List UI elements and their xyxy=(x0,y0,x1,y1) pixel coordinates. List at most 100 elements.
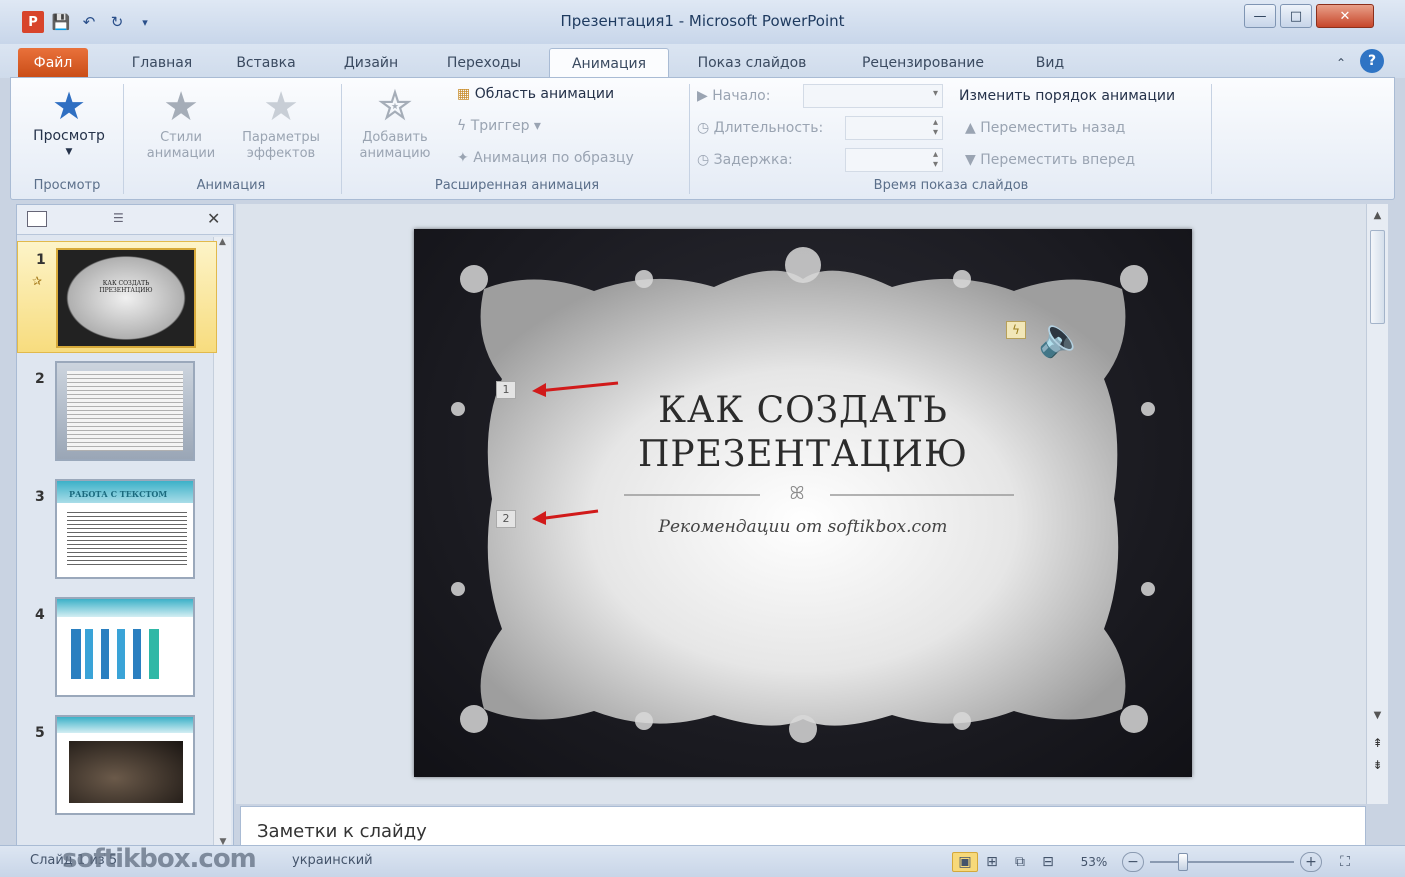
tab-transitions[interactable]: Переходы xyxy=(432,48,536,78)
animation-pane-icon: ▦ xyxy=(457,86,471,102)
start-label: ▶ Начало: xyxy=(697,88,771,104)
tab-animations[interactable]: Анимация xyxy=(549,48,669,78)
star-play-icon: ★ xyxy=(51,84,87,128)
group-label-timing: Время показа слайдов xyxy=(873,178,1029,193)
triangle-up-icon: ▲ xyxy=(965,120,976,136)
slide-3-preview: РАБОТА С ТЕКСТОМ xyxy=(55,479,195,579)
preview-button[interactable]: ★ Просмотр ▼ xyxy=(19,84,119,160)
next-slide-icon[interactable]: ⇟ xyxy=(1367,758,1388,772)
normal-view-icon[interactable]: ▣ xyxy=(952,852,978,872)
speaker-icon[interactable]: 🔈 xyxy=(1038,317,1085,357)
tab-file[interactable]: Файл xyxy=(18,48,88,78)
zoom-slider-thumb[interactable] xyxy=(1178,853,1188,871)
star-add-icon: ✮ xyxy=(377,81,413,130)
thumbnail-slide-1[interactable]: 1 ✰ КАК СОЗДАТЬ ПРЕЗЕНТАЦИЮ xyxy=(17,241,217,353)
slide-sorter-icon[interactable]: ⊞ xyxy=(982,852,1002,872)
star-outline-icon: ★ xyxy=(263,84,299,130)
scroll-thumb[interactable] xyxy=(1370,230,1385,324)
zoom-out-icon[interactable]: − xyxy=(1122,852,1144,872)
tab-design[interactable]: Дизайн xyxy=(330,48,412,78)
powerpoint-window: P 💾 ↶ ↻ ▾ Презентация1 - Microsoft Power… xyxy=(0,0,1405,877)
brush-star-icon: ✦ xyxy=(457,150,469,166)
play-icon: ▶ xyxy=(697,88,708,104)
slide-title[interactable]: КАК СОЗДАТЬ ПРЕЗЕНТАЦИЮ xyxy=(574,389,1032,477)
duration-spinner[interactable]: ▴ ▾ xyxy=(845,116,943,140)
add-animation-button[interactable]: ✮ Добавить анимацию xyxy=(345,82,445,162)
zoom-slider[interactable] xyxy=(1150,853,1294,871)
slide-title-line-2: ПРЕЗЕНТАЦИЮ xyxy=(637,434,969,475)
chevron-down-icon: ▾ xyxy=(932,88,938,99)
tab-insert[interactable]: Вставка xyxy=(222,48,310,78)
reorder-label: Изменить порядок анимации xyxy=(959,88,1176,104)
outline-tab-icon[interactable]: ☰ xyxy=(113,211,137,227)
tab-view[interactable]: Вид xyxy=(1020,48,1080,78)
slide-subtitle[interactable]: Рекомендации от softikbox.com xyxy=(594,517,1012,537)
animation-ribbon: ★ Просмотр ▼ Просмотр ★ Стили анимации ★… xyxy=(10,77,1395,200)
slides-pane: ☰ ✕ ▲ ▼ 1 ✰ КАК СОЗДАТЬ ПРЕЗЕНТАЦИЮ 2 3 … xyxy=(16,204,234,852)
animation-star-icon: ✰ xyxy=(32,274,43,288)
start-select[interactable]: ▾ xyxy=(803,84,943,108)
watermark-logo: softikbox.com xyxy=(62,844,257,874)
reading-view-icon[interactable]: ⧉ xyxy=(1010,852,1030,872)
slide-4-preview xyxy=(55,597,195,697)
window-title: Презентация1 - Microsoft PowerPoint xyxy=(560,12,845,30)
animation-marker-2[interactable]: 2 xyxy=(496,510,516,528)
trigger-button[interactable]: ϟ Триггер ▾ xyxy=(457,118,541,134)
minimize-button[interactable]: — xyxy=(1244,4,1276,28)
scroll-down-icon[interactable]: ▼ xyxy=(1367,710,1388,721)
duration-label: ◷ Длительность: xyxy=(697,120,824,136)
divider-ornament: ꕤ xyxy=(789,483,805,504)
animation-styles-button[interactable]: ★ Стили анимации xyxy=(129,84,233,162)
slides-pane-header: ☰ ✕ xyxy=(17,205,233,235)
title-bar: P 💾 ↶ ↻ ▾ Презентация1 - Microsoft Power… xyxy=(0,0,1405,44)
group-label-animation: Анимация xyxy=(196,178,266,193)
maximize-button[interactable]: □ xyxy=(1280,4,1312,28)
slide-3-text-lines xyxy=(67,509,187,567)
mini-chart-icon xyxy=(71,629,171,679)
minimize-ribbon-icon[interactable]: ⌃ xyxy=(1330,48,1352,78)
thumbnail-slide-3[interactable]: 3 РАБОТА С ТЕКСТОМ xyxy=(17,479,217,589)
editor-scrollbar[interactable]: ▲ ▼ ⇞ ⇟ xyxy=(1366,204,1388,804)
zoom-level[interactable]: 53% xyxy=(1074,852,1114,872)
group-label-advanced: Расширенная анимация xyxy=(434,178,600,193)
slide-5-preview xyxy=(55,715,195,815)
previous-slide-icon[interactable]: ⇞ xyxy=(1367,736,1388,750)
spinner-icon: ▴ ▾ xyxy=(932,117,938,138)
slideshow-view-icon[interactable]: ⊟ xyxy=(1038,852,1058,872)
animation-marker-1[interactable]: 1 xyxy=(496,381,516,399)
tab-slideshow[interactable]: Показ слайдов xyxy=(682,48,822,78)
slide-1-preview: КАК СОЗДАТЬ ПРЕЗЕНТАЦИЮ xyxy=(56,248,196,348)
chevron-down-icon: ▼ xyxy=(65,147,73,157)
status-bar: Слайд 1 из 5 softikbox.com украинский ▣ … xyxy=(0,844,1405,877)
sound-trigger-icon[interactable]: ϟ xyxy=(1006,321,1026,339)
clock-icon: ◷ xyxy=(697,152,710,168)
thumbnail-slide-4[interactable]: 4 xyxy=(17,597,217,707)
spinner-icon: ▴ ▾ xyxy=(932,149,938,170)
zoom-in-icon[interactable]: + xyxy=(1300,852,1322,872)
close-pane-icon[interactable]: ✕ xyxy=(207,209,220,228)
thumbnail-slide-2[interactable]: 2 xyxy=(17,361,217,471)
move-later-button[interactable]: ▼ Переместить вперед xyxy=(965,152,1135,168)
slide-5-wave xyxy=(57,717,193,733)
close-button[interactable]: ✕ xyxy=(1316,4,1374,28)
language-indicator[interactable]: украинский xyxy=(292,853,373,868)
slides-tab-icon[interactable] xyxy=(27,211,47,227)
thumbnail-slide-5[interactable]: 5 xyxy=(17,715,217,825)
move-earlier-button[interactable]: ▲ Переместить назад xyxy=(965,120,1125,136)
group-separator xyxy=(1211,84,1212,194)
slide-2-preview xyxy=(55,361,195,461)
tab-home[interactable]: Главная xyxy=(118,48,206,78)
slide-canvas[interactable]: 1 2 ϟ 🔈 КАК СОЗДАТЬ ПРЕЗЕНТАЦИЮ ꕤ Рекоме… xyxy=(414,229,1192,777)
group-separator xyxy=(123,84,124,194)
slide-2-doc-preview xyxy=(67,371,183,451)
delay-spinner[interactable]: ▴ ▾ xyxy=(845,148,943,172)
effect-options-button[interactable]: ★ Параметры эффектов xyxy=(229,84,333,162)
help-icon[interactable]: ? xyxy=(1360,49,1384,73)
scroll-up-icon[interactable]: ▲ xyxy=(1367,210,1388,221)
tab-review[interactable]: Рецензирование xyxy=(846,48,1000,78)
clock-icon: ◷ xyxy=(697,120,710,136)
fit-to-window-icon[interactable]: ⛶ xyxy=(1334,852,1356,872)
delay-label: ◷ Задержка: xyxy=(697,152,793,168)
animation-pane-button[interactable]: ▦ Область анимации xyxy=(457,86,614,102)
animation-painter-button[interactable]: ✦ Анимация по образцу xyxy=(457,150,634,166)
